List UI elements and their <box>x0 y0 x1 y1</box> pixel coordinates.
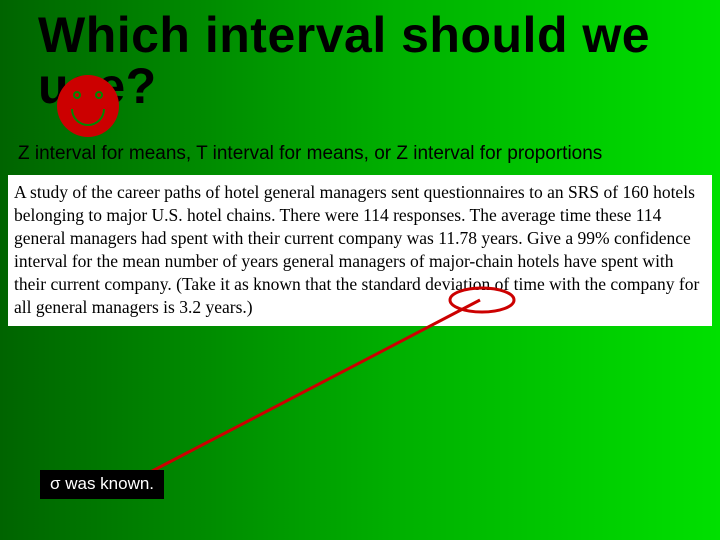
answer-box: σ was known. <box>40 470 164 499</box>
slide-title: Which interval should we use? <box>38 10 690 112</box>
problem-excerpt: A study of the career paths of hotel gen… <box>8 175 712 326</box>
smiley-icon <box>57 75 119 137</box>
interval-options: Z interval for means, T interval for mea… <box>18 143 702 165</box>
